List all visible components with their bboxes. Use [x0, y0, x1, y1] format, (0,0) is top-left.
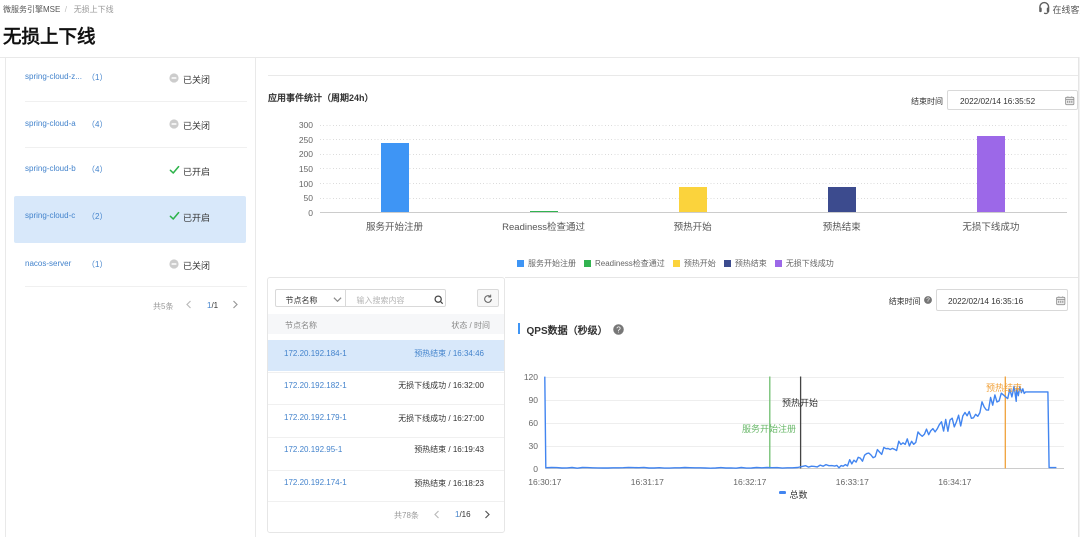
- svg-text:?: ?: [926, 297, 930, 304]
- svg-text:?: ?: [616, 325, 621, 334]
